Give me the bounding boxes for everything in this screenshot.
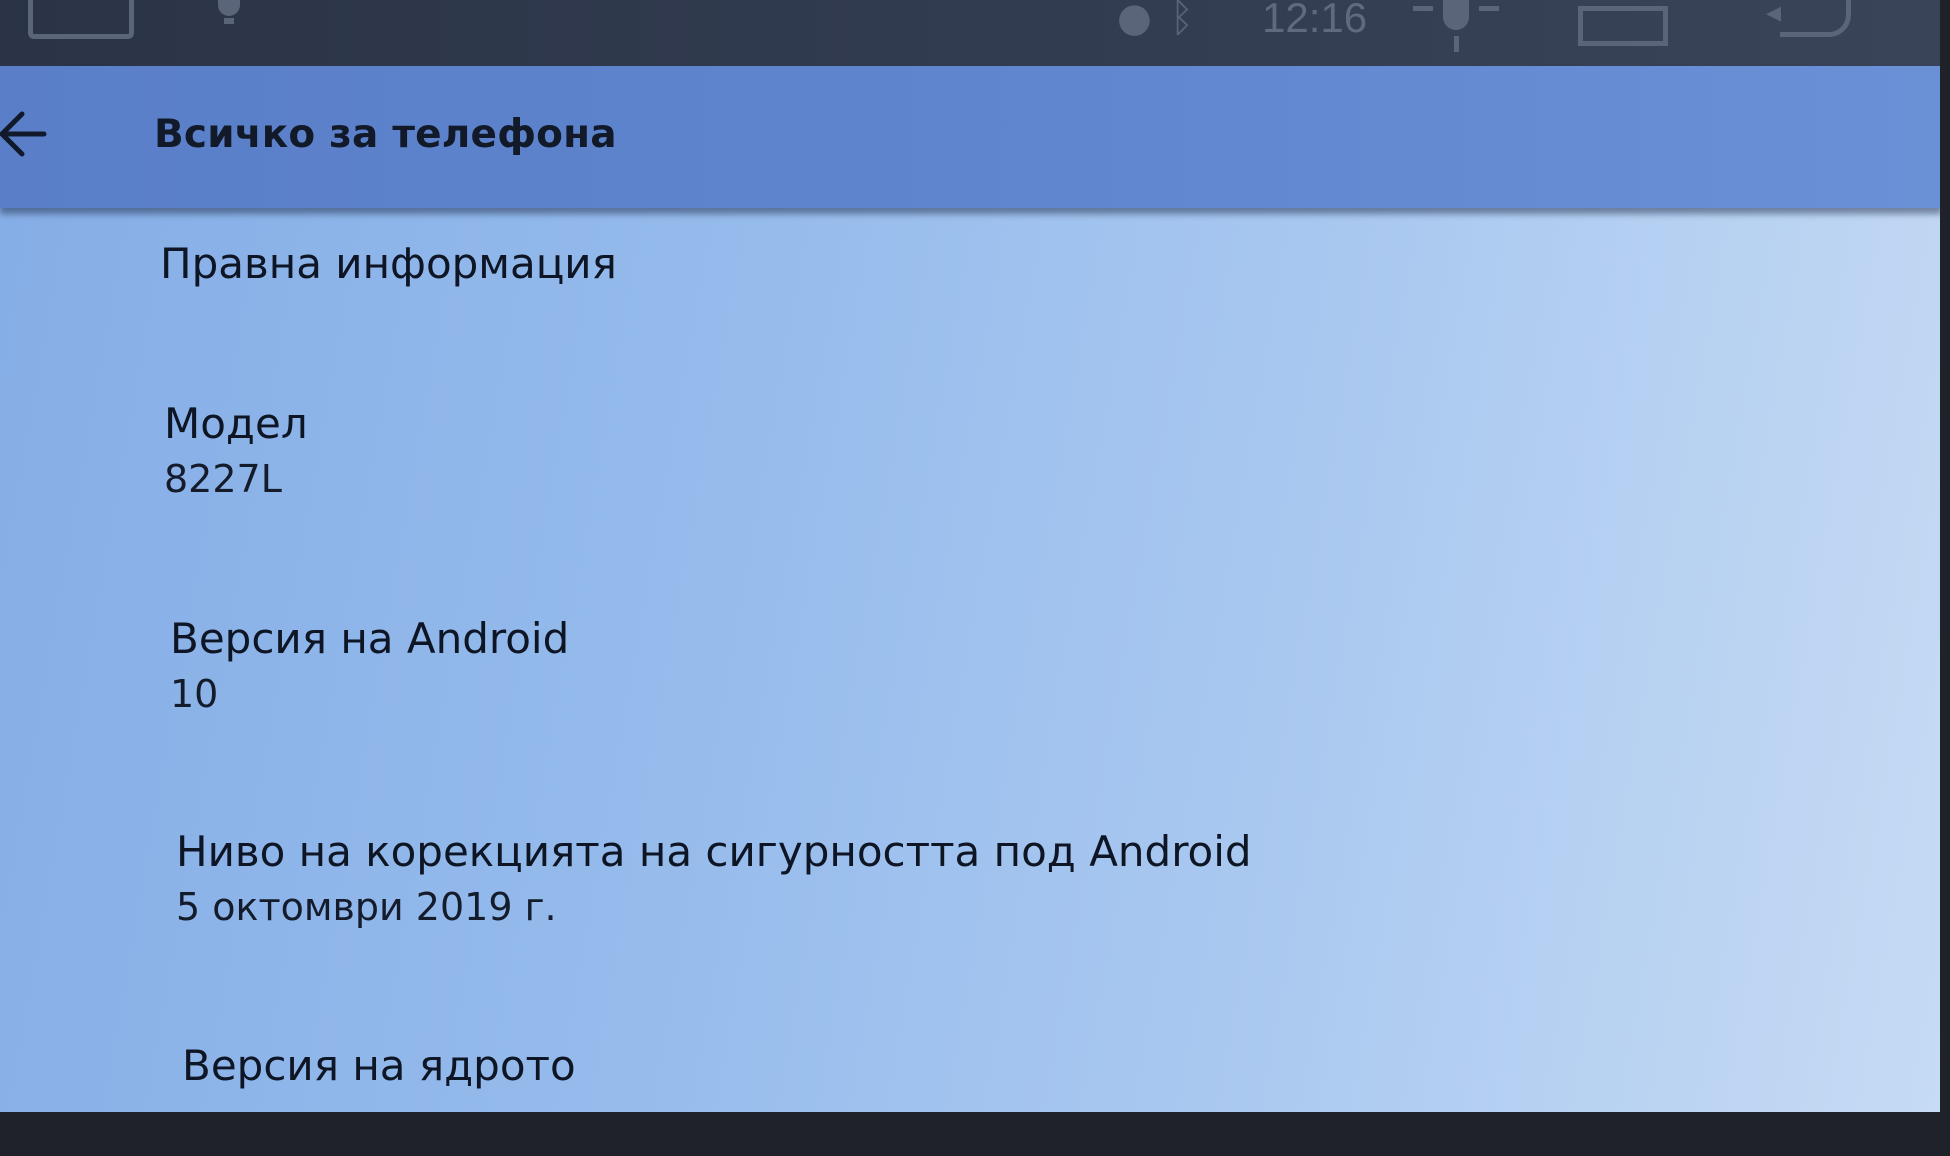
arrow-left-icon bbox=[0, 111, 47, 157]
android-version-value: 10 bbox=[170, 672, 219, 716]
bulb-icon bbox=[218, 0, 240, 24]
model-value: 8227L bbox=[164, 457, 282, 501]
status-time: 12:16 bbox=[1262, 0, 1368, 41]
security-patch-item[interactable]: Ниво на корекцията на сигурността под An… bbox=[176, 826, 1252, 936]
security-patch-title: Ниво на корекцията на сигурността под An… bbox=[176, 827, 1252, 876]
kernel-version-item[interactable]: Версия на ядрото bbox=[182, 1040, 576, 1092]
security-patch-value: 5 октомври 2019 г. bbox=[176, 885, 557, 929]
location-icon: ● bbox=[1117, 0, 1152, 41]
device-bezel-right bbox=[1940, 0, 1950, 1156]
app-bar: Всичко за телефона bbox=[0, 66, 1942, 208]
model-item[interactable]: Модел 8227L bbox=[164, 398, 308, 508]
back-arrow-icon[interactable]: ◂ bbox=[1762, 0, 1852, 38]
settings-list: Правна информация Модел 8227L Версия на … bbox=[0, 208, 1942, 1120]
brightness-icon[interactable] bbox=[1413, 0, 1499, 54]
status-bar: ● ᛒ 12:16 ◂ bbox=[0, 0, 1942, 66]
legal-info-item[interactable]: Правна информация bbox=[160, 238, 617, 290]
device-bezel-bottom bbox=[0, 1112, 1950, 1156]
legal-info-title: Правна информация bbox=[160, 239, 617, 288]
kernel-version-title: Версия на ядрото bbox=[182, 1041, 576, 1090]
android-version-title: Версия на Android bbox=[170, 614, 570, 663]
device-screen: ● ᛒ 12:16 ◂ Всичко за телефона Правна ин… bbox=[0, 0, 1942, 1120]
bluetooth-icon: ᛒ bbox=[1170, 0, 1194, 41]
android-version-item[interactable]: Версия на Android 10 bbox=[170, 613, 569, 723]
page-title: Всичко за телефона bbox=[154, 112, 617, 157]
home-icon[interactable] bbox=[28, 0, 134, 39]
back-button[interactable] bbox=[0, 98, 56, 168]
model-title: Модел bbox=[164, 399, 308, 448]
window-icon[interactable] bbox=[1578, 6, 1668, 46]
